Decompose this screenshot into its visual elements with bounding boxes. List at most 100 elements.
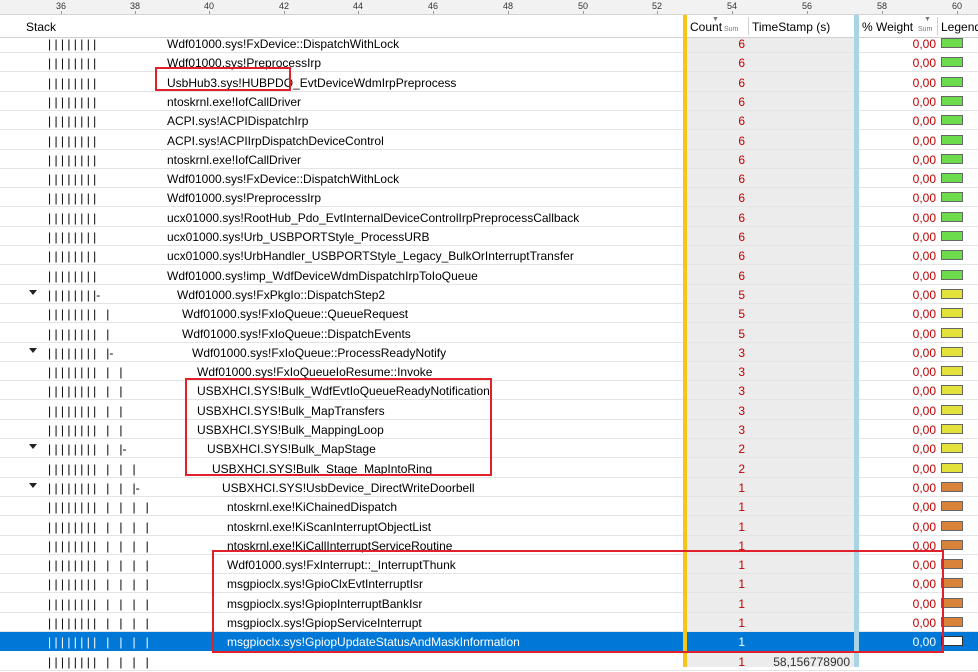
table-row[interactable]: | | | | | | | | ucx01000.sys!Urb_USBPORTS… bbox=[0, 227, 978, 246]
legend-swatch bbox=[941, 134, 963, 145]
weight-cell: 0,00 bbox=[912, 249, 936, 264]
highlight-box-gpio bbox=[212, 550, 944, 653]
weight-cell: 0,00 bbox=[912, 152, 936, 167]
count-cell: 6 bbox=[738, 37, 745, 51]
table-row[interactable]: | | | | | | | | ACPI.sys!ACPIDispatchIrp 6… bbox=[0, 111, 978, 131]
table-row[interactable]: | | | | | | | | | | | | ntoskrnl.exe!KiSc… bbox=[0, 517, 978, 536]
legend-swatch bbox=[941, 231, 963, 241]
tree-guide-lines: | | | | | | | | | | | | bbox=[48, 654, 149, 669]
weight-cell: 0,00 bbox=[912, 403, 936, 418]
count-cell: 3 bbox=[738, 423, 745, 437]
weight-cell: 0,00 bbox=[912, 423, 936, 437]
legend-swatch bbox=[941, 153, 963, 164]
table-row[interactable]: | | | | | | | | Wdf01000.sys!PreprocessIr… bbox=[0, 53, 978, 73]
count-cell: 5 bbox=[738, 326, 745, 341]
legend-swatch bbox=[941, 578, 963, 589]
weight-cell: 0,00 bbox=[912, 500, 936, 515]
timestamp-cell bbox=[750, 439, 850, 458]
column-divider[interactable] bbox=[937, 17, 938, 35]
tree-guide-lines: | | | | | | | | | | | | bbox=[48, 500, 149, 515]
ruler-tick-mark bbox=[284, 11, 285, 14]
legend-swatch bbox=[941, 308, 963, 319]
legend-swatch bbox=[941, 38, 963, 48]
count-cell: 6 bbox=[738, 133, 745, 148]
weight-cell: 0,00 bbox=[912, 384, 936, 399]
ruler-tick-label: 40 bbox=[203, 1, 215, 11]
weight-cell: 0,00 bbox=[912, 172, 936, 187]
table-row[interactable]: | | | | | | | | Wdf01000.sys!PreprocessIr… bbox=[0, 188, 978, 208]
tree-guide-lines: | | | | | | | | | | | | bbox=[48, 558, 149, 573]
table-row[interactable]: | | | | | | | | Wdf01000.sys!imp_WdfDevic… bbox=[0, 266, 978, 285]
count-cell: 3 bbox=[738, 403, 745, 418]
count-cell: 1 bbox=[738, 500, 745, 515]
tree-guide-lines: | | | | | | | | bbox=[48, 133, 97, 148]
weight-cell bbox=[866, 652, 936, 671]
table-row[interactable]: | | | | | | | |- Wdf01000.sys!FxPkgIo::Di… bbox=[0, 285, 978, 304]
table-row[interactable]: | | | | | | | | ntoskrnl.exe!IofCallDrive… bbox=[0, 150, 978, 169]
table-row[interactable]: | | | | | | | | ACPI.sys!ACPIIrpDispatchD… bbox=[0, 131, 978, 150]
legend-swatch bbox=[941, 481, 963, 492]
timestamp-cell bbox=[750, 246, 850, 265]
ruler-tick-label: 60 bbox=[951, 1, 963, 11]
expand-triangle-icon[interactable] bbox=[29, 444, 37, 450]
highlight-box-hubpdo bbox=[155, 67, 291, 91]
timestamp-cell bbox=[750, 227, 850, 246]
stack-frame-label: Wdf01000.sys!PreprocessIrp bbox=[167, 191, 322, 206]
expand-triangle-icon[interactable] bbox=[29, 289, 37, 295]
stack-frame-label: ucx01000.sys!RootHub_Pdo_EvtInternalDevi… bbox=[167, 210, 580, 225]
weight-cell: 0,00 bbox=[912, 307, 936, 322]
ruler-tick-label: 48 bbox=[502, 1, 514, 11]
legend-swatch bbox=[941, 559, 963, 570]
timestamp-cell bbox=[750, 362, 850, 381]
table-row[interactable]: | | | | | | | | | Wdf01000.sys!FxIoQueue:… bbox=[0, 304, 978, 324]
legend-swatch bbox=[941, 617, 963, 627]
legend-swatch bbox=[941, 424, 963, 434]
expand-triangle-icon[interactable] bbox=[29, 482, 37, 488]
count-cell: 5 bbox=[738, 307, 745, 322]
column-divider[interactable] bbox=[748, 17, 749, 35]
count-cell: 3 bbox=[738, 365, 745, 380]
tree-guide-lines: | | | | | | | | | | bbox=[48, 365, 123, 380]
expand-triangle-icon[interactable] bbox=[29, 347, 37, 353]
table-row[interactable]: | | | | | | | | ucx01000.sys!UrbHandler_U… bbox=[0, 246, 978, 266]
stack-frame-label: ACPI.sys!ACPIDispatchIrp bbox=[167, 114, 309, 129]
highlight-box-bulk bbox=[185, 378, 492, 476]
timestamp-cell: 58,156778900 bbox=[773, 654, 850, 669]
table-row[interactable]: | | | | | | | | Wdf01000.sys!FxDevice::Di… bbox=[0, 34, 978, 53]
table-row[interactable]: | | | | | | | | ucx01000.sys!RootHub_Pdo_… bbox=[0, 208, 978, 227]
timestamp-cell bbox=[750, 285, 850, 304]
tree-guide-lines: | | | | | | | | | | | | bbox=[48, 577, 149, 592]
timestamp-cell bbox=[750, 517, 850, 536]
tree-guide-lines: | | | | | | | | | | | | bbox=[48, 635, 149, 650]
weight-cell: 0,00 bbox=[912, 56, 936, 71]
weight-cell: 0,00 bbox=[912, 519, 936, 534]
table-row[interactable]: | | | | | | | | | | | | ntoskrnl.exe!KiCh… bbox=[0, 497, 978, 517]
legend-swatch bbox=[941, 597, 963, 608]
stack-frame-label: Wdf01000.sys!FxDevice::DispatchWithLock bbox=[167, 37, 400, 51]
tree-guide-lines: | | | | | | | | bbox=[48, 37, 97, 51]
table-row[interactable]: | | | | | | | | | | | | 1 58,156778900 bbox=[0, 652, 978, 671]
stack-frame-label: USBXHCI.SYS!UsbDevice_DirectWriteDoorbel… bbox=[222, 480, 475, 495]
table-row[interactable]: | | | | | | | | Wdf01000.sys!FxDevice::Di… bbox=[0, 169, 978, 189]
weight-cell: 0,00 bbox=[912, 442, 936, 457]
ruler-tick-mark bbox=[433, 11, 434, 14]
ruler-tick-mark bbox=[882, 11, 883, 14]
stack-frame-label: Wdf01000.sys!imp_WdfDeviceWdmDispatchIrp… bbox=[167, 268, 478, 283]
table-row[interactable]: | | | | | | | | UsbHub3.sys!HUBPDO_EvtDev… bbox=[0, 73, 978, 92]
ruler-tick-mark bbox=[209, 11, 210, 14]
ruler-tick-mark bbox=[358, 11, 359, 14]
weight-cell: 0,00 bbox=[912, 287, 936, 302]
weight-cell: 0,00 bbox=[912, 230, 936, 244]
table-row[interactable]: | | | | | | | | |- Wdf01000.sys!FxIoQueue… bbox=[0, 343, 978, 362]
count-cell: 6 bbox=[738, 191, 745, 206]
ruler-tick-mark bbox=[135, 11, 136, 14]
table-row[interactable]: | | | | | | | | | | |- USBXHCI.SYS!UsbDev… bbox=[0, 478, 978, 497]
ruler-tick-label: 56 bbox=[801, 1, 813, 11]
timestamp-cell bbox=[750, 459, 850, 478]
timestamp-cell bbox=[750, 478, 850, 497]
ruler-tick-label: 38 bbox=[129, 1, 141, 11]
table-row[interactable]: | | | | | | | | ntoskrnl.exe!IofCallDrive… bbox=[0, 92, 978, 111]
ruler-tick-mark bbox=[508, 11, 509, 14]
table-row[interactable]: | | | | | | | | | Wdf01000.sys!FxIoQueue:… bbox=[0, 324, 978, 343]
ruler-tick-mark bbox=[732, 11, 733, 14]
